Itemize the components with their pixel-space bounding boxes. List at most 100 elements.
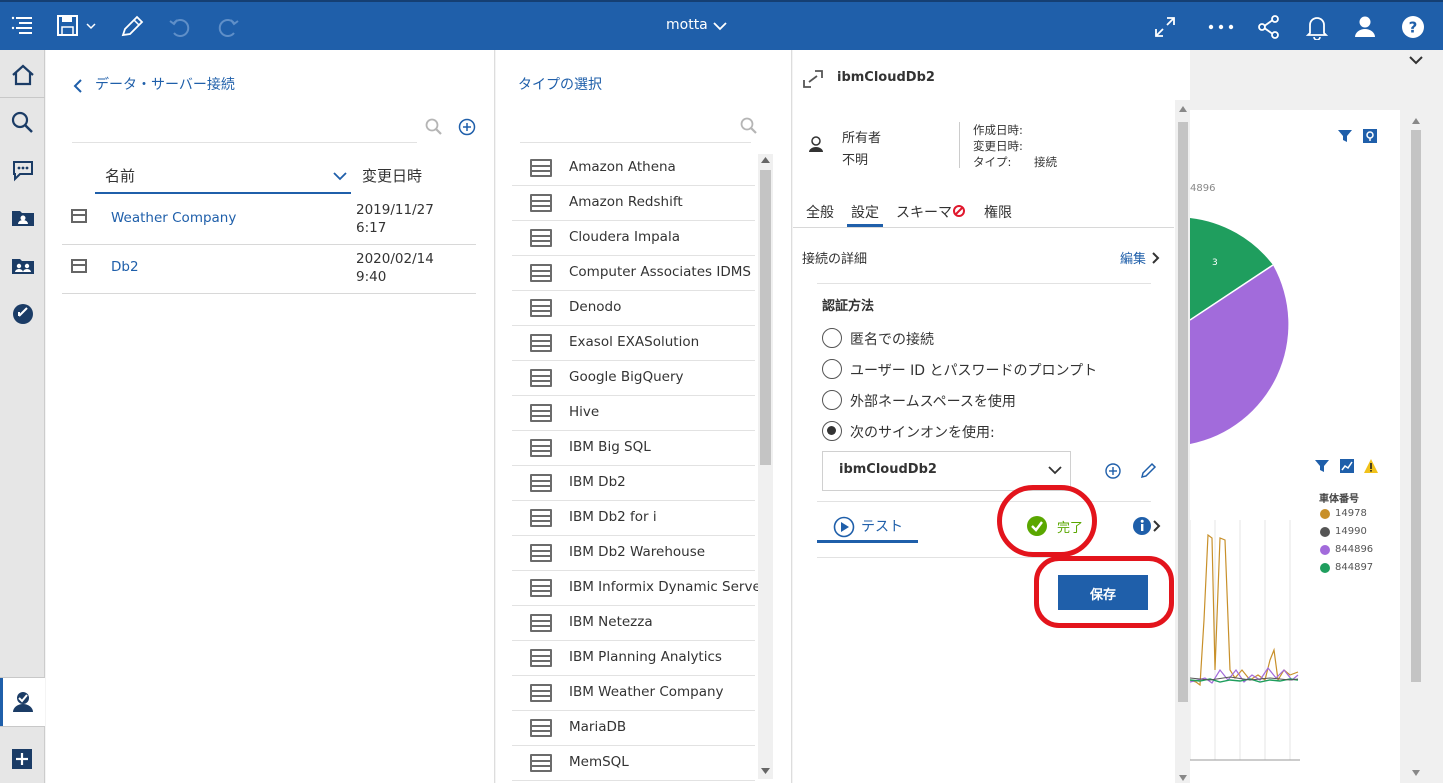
chevron-down-icon[interactable] (1409, 55, 1423, 65)
type-list-item[interactable]: IBM Db2 (512, 466, 755, 501)
radio-prompt[interactable] (822, 359, 842, 379)
left-rail (0, 50, 45, 783)
home-icon[interactable] (10, 63, 36, 87)
legend-swatch (1320, 563, 1330, 573)
recent-icon[interactable] (10, 301, 36, 327)
database-icon (530, 614, 552, 632)
connection-date: 2020/02/14 (356, 251, 434, 267)
connection-name[interactable]: Weather Company (111, 210, 236, 226)
radio-signon[interactable] (822, 421, 842, 441)
table-row[interactable]: Db2 2020/02/14 9:40 (62, 246, 476, 294)
database-icon (530, 334, 552, 352)
filter-icon[interactable] (1337, 128, 1353, 144)
table-row[interactable]: Weather Company 2019/11/27 6:17 (62, 198, 476, 246)
type-list-item[interactable]: IBM Planning Analytics (512, 641, 755, 676)
pie-chart[interactable]: 3 (1190, 210, 1300, 455)
type-list-item[interactable]: Exasol EXASolution (512, 326, 755, 361)
share-icon[interactable] (1256, 14, 1282, 40)
scroll-down-icon[interactable] (1178, 774, 1188, 782)
search-underline (520, 142, 751, 143)
new-icon[interactable] (10, 747, 34, 771)
edit-icon[interactable] (1140, 461, 1158, 479)
radio-anonymous[interactable] (822, 328, 842, 348)
database-icon (530, 754, 552, 772)
type-list-item[interactable]: IBM Informix Dynamic Server (512, 571, 766, 606)
search-icon[interactable] (739, 116, 759, 136)
connection-time: 9:40 (356, 269, 387, 285)
add-icon[interactable] (1104, 462, 1122, 480)
redo-icon[interactable] (214, 15, 240, 39)
type-list-item[interactable]: Denodo (512, 291, 755, 326)
type-list-item[interactable]: IBM Db2 for i (512, 501, 755, 536)
team-content-icon[interactable] (10, 254, 36, 278)
column-header-name[interactable]: 名前 (105, 165, 135, 186)
line-chart[interactable] (1190, 520, 1302, 770)
database-icon (530, 404, 552, 422)
user-icon[interactable] (1352, 14, 1378, 40)
scroll-up-icon[interactable] (760, 156, 771, 164)
scroll-up-icon[interactable] (1178, 105, 1188, 113)
legend-title: 車体番号 (1319, 494, 1359, 505)
chevron-right-icon[interactable] (1151, 251, 1161, 265)
type-list-item[interactable]: MariaDB (512, 711, 755, 746)
scroll-down-icon[interactable] (1411, 769, 1421, 777)
assistant-icon[interactable] (10, 158, 36, 184)
type-list-item[interactable]: IBM Db2 Warehouse (512, 536, 755, 571)
expand-icon[interactable] (1153, 15, 1177, 39)
chevron-down-icon[interactable] (333, 171, 347, 181)
database-icon-line (71, 214, 87, 216)
type-list-item[interactable]: Computer Associates IDMS (512, 256, 755, 291)
type-label: IBM Db2 Warehouse (569, 544, 706, 560)
undo-icon[interactable] (168, 15, 194, 39)
type-list-item[interactable]: Google BigQuery (512, 361, 755, 396)
tab-general[interactable]: 全般 (806, 202, 834, 222)
type-list-item[interactable]: Amazon Athena (512, 151, 755, 186)
info-icon[interactable] (1132, 516, 1162, 536)
app-title[interactable]: motta (666, 17, 708, 33)
search-icon[interactable] (424, 117, 444, 137)
type-list-item[interactable]: MemSQL (512, 746, 755, 781)
add-icon[interactable] (457, 117, 477, 137)
scrollbar-thumb[interactable] (760, 170, 771, 465)
line-chart-icon[interactable] (1339, 458, 1355, 474)
panel-title: タイプの選択 (518, 77, 602, 93)
connection-name[interactable]: Db2 (111, 259, 139, 275)
menu-icon[interactable] (10, 13, 36, 39)
type-list-item[interactable]: Hive (512, 396, 755, 431)
scroll-up-icon[interactable] (1411, 117, 1421, 125)
back-link[interactable]: データ・サーバー接続 (95, 74, 235, 94)
database-icon (530, 264, 552, 282)
my-content-icon[interactable] (10, 206, 36, 230)
manage-icon[interactable] (10, 689, 36, 715)
search-icon[interactable] (10, 110, 36, 136)
chevron-left-icon[interactable] (72, 78, 84, 94)
save-icon[interactable] (56, 14, 100, 38)
type-list-item[interactable]: IBM Weather Company (512, 676, 755, 711)
filter-icon[interactable] (1314, 458, 1330, 474)
chevron-down-icon[interactable] (713, 20, 727, 32)
scroll-down-icon[interactable] (760, 767, 771, 775)
type-list-item[interactable]: IBM Big SQL (512, 431, 755, 466)
type-list-item[interactable]: Amazon Redshift (512, 186, 755, 221)
column-header-modified[interactable]: 変更日時 (362, 165, 422, 186)
more-icon[interactable] (1207, 22, 1235, 32)
type-list-item[interactable]: IBM Netezza (512, 606, 755, 641)
dashboard-background: 4896 3 車体番号 14978 14990 844896 844897 (1190, 50, 1443, 783)
bell-icon[interactable] (1304, 14, 1330, 40)
collapse-icon[interactable] (801, 68, 825, 90)
test-button[interactable]: テスト (861, 516, 903, 536)
pin-icon[interactable] (1362, 128, 1378, 144)
type-list-item[interactable]: Cloudera Impala (512, 221, 755, 256)
tab-settings[interactable]: 設定 (851, 202, 879, 222)
database-icon (530, 579, 552, 597)
tab-permissions[interactable]: 権限 (984, 202, 1012, 222)
scrollbar-thumb[interactable] (1178, 122, 1188, 702)
edit-link[interactable]: 編集 (1120, 248, 1146, 267)
play-icon[interactable] (833, 516, 855, 538)
scrollbar-thumb[interactable] (1411, 130, 1421, 682)
tab-schema[interactable]: スキーマ (896, 202, 952, 222)
help-icon[interactable]: ? (1400, 14, 1426, 40)
chevron-down-icon[interactable] (1048, 465, 1062, 475)
pencil-icon[interactable] (119, 14, 145, 40)
radio-namespace[interactable] (822, 390, 842, 410)
